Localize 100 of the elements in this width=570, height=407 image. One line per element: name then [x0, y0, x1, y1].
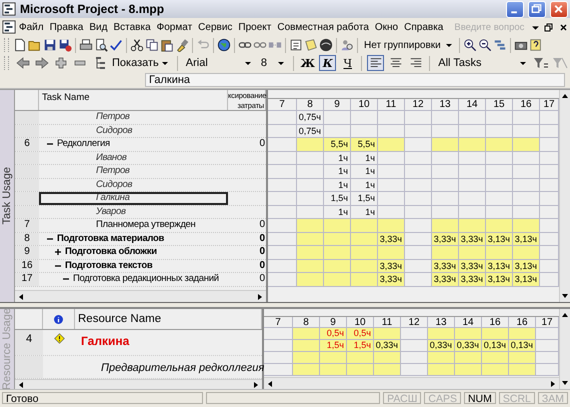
spelling-icon[interactable]	[109, 38, 123, 52]
filter-dropdown[interactable]: All Tasks	[435, 56, 530, 70]
cost-cell-text: 0	[258, 232, 266, 245]
task-name[interactable]: Подготовка редакционных заданий	[39, 273, 228, 286]
table-cell: 1ч	[351, 152, 378, 164]
menu-item[interactable]: Формат	[154, 20, 196, 34]
show-button[interactable]: Показать	[91, 56, 172, 70]
table-cell: 0,33ч	[374, 340, 401, 351]
scroll-up-icon[interactable]	[561, 92, 569, 100]
scroll-down-icon[interactable]	[561, 379, 569, 387]
menu-item[interactable]: Правка	[46, 20, 86, 34]
bold-button[interactable]: Ж	[299, 55, 316, 71]
task-name[interactable]: Планномера утвержден	[39, 219, 228, 232]
new-file-icon[interactable]	[13, 38, 27, 52]
expand-icon[interactable]	[54, 248, 62, 256]
maximize-button[interactable]	[528, 0, 546, 18]
task-name[interactable]: Подготовка материалов	[39, 232, 228, 245]
paste-icon[interactable]	[160, 38, 174, 52]
task-name[interactable]: Уваров	[39, 206, 228, 218]
task-name[interactable]: Иванов	[39, 152, 228, 164]
copy-icon[interactable]	[145, 38, 159, 52]
menu-item[interactable]: Файл	[16, 20, 47, 34]
task-name[interactable]: Петров	[39, 165, 228, 178]
document-icon[interactable]	[2, 20, 16, 34]
task-name[interactable]: Галкина	[39, 192, 228, 204]
menu-item[interactable]: Справка	[401, 20, 446, 34]
resource-name[interactable]: Предварительная редколлегия	[75, 356, 264, 378]
minimize-button[interactable]	[506, 0, 524, 18]
table-cell: 1ч	[324, 178, 351, 191]
status-indicator: CAPS	[424, 392, 461, 404]
scroll-right-icon[interactable]	[256, 292, 264, 300]
print-preview-icon[interactable]	[94, 38, 108, 52]
underline-button[interactable]: Ч	[339, 55, 356, 71]
task-name[interactable]: Сидоров	[39, 178, 228, 191]
scroll-right-icon[interactable]	[252, 380, 260, 388]
people-icon[interactable]	[340, 38, 354, 52]
grouping-dropdown[interactable]: Нет группировки	[361, 38, 456, 52]
menu-item[interactable]: Сервис	[195, 20, 236, 34]
scissors-icon[interactable]	[130, 38, 144, 52]
resource-name[interactable]: Галкина	[75, 330, 262, 355]
table-cell: 3,33ч	[459, 273, 486, 286]
scroll-down-icon[interactable]	[561, 292, 569, 300]
save-icon[interactable]	[58, 38, 72, 52]
scroll-up-icon[interactable]	[561, 311, 569, 319]
row-header[interactable]: 9	[15, 246, 39, 258]
close-icon[interactable]	[559, 22, 568, 32]
outdent-icon[interactable]	[15, 55, 31, 71]
cost-cell-text: 0	[258, 246, 266, 258]
app-icon[interactable]	[2, 2, 16, 16]
table-cell: 0,75ч	[297, 111, 324, 124]
save-icon[interactable]	[43, 38, 57, 52]
align-left-button[interactable]	[367, 55, 384, 71]
scroll-right-icon[interactable]	[549, 380, 557, 388]
task-name[interactable]: Петров	[39, 111, 228, 124]
row-header[interactable]: 4	[15, 330, 43, 355]
zoom-in-icon[interactable]	[462, 38, 477, 52]
table-cell: 0,5ч	[347, 328, 374, 339]
table-cell: 1ч	[351, 178, 378, 191]
table-cell: 1ч	[324, 206, 351, 218]
row-header[interactable]: 7	[15, 219, 39, 232]
restore-icon[interactable]	[544, 22, 553, 32]
menu-item[interactable]: Совместная работа	[274, 20, 372, 34]
note-icon[interactable]	[304, 38, 318, 52]
task-name[interactable]: Подготовка обложки	[39, 246, 228, 258]
caret-icon	[519, 60, 527, 66]
font-size-dropdown[interactable]: 8	[258, 56, 288, 70]
close-button[interactable]	[550, 0, 568, 18]
row-header[interactable]: 8	[15, 232, 39, 245]
view-label: Task Usage	[1, 167, 13, 225]
row-header[interactable]: 17	[15, 273, 39, 286]
task-name[interactable]: Редколлегия	[39, 138, 228, 150]
status-indicator: SCRL	[498, 392, 535, 404]
zoom-out-icon[interactable]	[478, 38, 492, 52]
brush-icon[interactable]	[175, 38, 189, 52]
task-info-icon[interactable]	[289, 38, 303, 52]
menu-item[interactable]: Вставка	[110, 20, 154, 34]
table-cell: 5,5ч	[324, 138, 351, 150]
row-header[interactable]: 6	[15, 138, 39, 150]
help-icon[interactable]	[528, 38, 543, 52]
row-header[interactable]: 16	[15, 260, 39, 272]
task-name[interactable]: Сидоров	[39, 124, 228, 137]
font-dropdown[interactable]: Arial	[182, 56, 255, 70]
filter-icon[interactable]	[533, 55, 549, 71]
scroll-left-icon[interactable]	[17, 292, 25, 300]
printer-icon[interactable]	[79, 38, 93, 52]
scroll-left-icon[interactable]	[17, 380, 25, 388]
folder-icon[interactable]	[28, 38, 42, 52]
scroll-left-icon[interactable]	[266, 380, 274, 388]
show-subtasks-icon[interactable]	[53, 55, 69, 71]
entry-field[interactable]: Галкина	[145, 73, 565, 87]
help-search-field[interactable]: Введите вопрос	[454, 22, 530, 32]
gantt-bars-icon[interactable]	[492, 38, 507, 52]
italic-button[interactable]: К	[319, 55, 336, 71]
indent-icon[interactable]	[34, 55, 50, 71]
menu-item[interactable]: Вид	[86, 20, 110, 34]
menu-item[interactable]: Окно	[372, 20, 402, 34]
table-cell: 1,5ч	[324, 192, 351, 204]
menu-item[interactable]: Проект	[235, 20, 274, 34]
caret-icon	[277, 60, 286, 66]
task-name[interactable]: Подготовка текстов	[39, 260, 228, 272]
